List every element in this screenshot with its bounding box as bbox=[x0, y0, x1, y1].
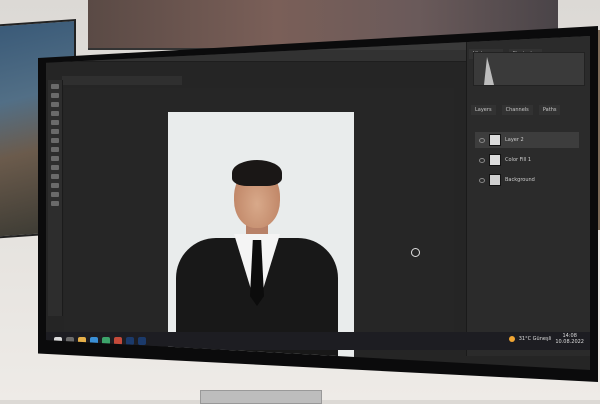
healing-tool-icon[interactable] bbox=[51, 138, 59, 143]
tools-toolbar bbox=[48, 80, 63, 316]
layer-thumbnail bbox=[489, 174, 501, 186]
eyedropper-tool-icon[interactable] bbox=[51, 129, 59, 134]
layer-row[interactable]: Background bbox=[475, 172, 579, 188]
layer-row[interactable]: Layer 2 bbox=[475, 132, 579, 148]
layer-name: Layer 2 bbox=[505, 137, 524, 143]
tab-layers[interactable]: Layers bbox=[471, 105, 496, 115]
quick-select-tool-icon[interactable] bbox=[51, 111, 59, 116]
layer-name: Background bbox=[505, 177, 535, 183]
layer-row[interactable]: Color Fill 1 bbox=[475, 152, 579, 168]
hair bbox=[232, 160, 282, 186]
text-tool-icon[interactable] bbox=[51, 183, 59, 188]
photoshop-icon[interactable] bbox=[138, 337, 146, 345]
layers-panel-tabs: Layers Channels Paths bbox=[471, 96, 561, 115]
tab-paths[interactable]: Paths bbox=[538, 105, 561, 115]
document-tab[interactable] bbox=[62, 76, 182, 85]
visibility-eye-icon[interactable] bbox=[479, 177, 485, 183]
weather-text[interactable]: 31°C Güneşli bbox=[519, 336, 552, 342]
layer-name: Color Fill 1 bbox=[505, 157, 532, 163]
tab-channels[interactable]: Channels bbox=[501, 105, 533, 115]
histogram-graph bbox=[473, 52, 585, 86]
system-tray: 31°C Güneşli 14:08 10.08.2022 bbox=[508, 333, 584, 345]
lasso-tool-icon[interactable] bbox=[51, 102, 59, 107]
zoom-tool-icon[interactable] bbox=[51, 201, 59, 206]
monitor-screen: Histogram Navigator Layers Channels Path… bbox=[46, 36, 590, 370]
crop-tool-icon[interactable] bbox=[51, 120, 59, 125]
clone-tool-icon[interactable] bbox=[51, 156, 59, 161]
picture-frame-bottom bbox=[200, 390, 322, 404]
visibility-eye-icon[interactable] bbox=[479, 137, 485, 143]
move-tool-icon[interactable] bbox=[51, 84, 59, 89]
right-panels: Histogram Navigator Layers Channels Path… bbox=[466, 36, 590, 356]
clock-date: 10.08.2022 bbox=[555, 339, 584, 345]
marquee-tool-icon[interactable] bbox=[51, 93, 59, 98]
brush-cursor-icon bbox=[411, 248, 420, 257]
portrait-photo bbox=[168, 112, 354, 368]
hand-tool-icon[interactable] bbox=[51, 192, 59, 197]
clock[interactable]: 14:08 10.08.2022 bbox=[555, 333, 584, 345]
eraser-tool-icon[interactable] bbox=[51, 165, 59, 170]
layer-thumbnail bbox=[489, 154, 501, 166]
layer-thumbnail bbox=[489, 134, 501, 146]
visibility-eye-icon[interactable] bbox=[479, 157, 485, 163]
weather-sun-icon bbox=[508, 336, 515, 342]
canvas-area[interactable] bbox=[64, 88, 454, 368]
photoshop-icon[interactable] bbox=[126, 337, 134, 345]
brush-tool-icon[interactable] bbox=[51, 147, 59, 152]
histogram-peak bbox=[484, 57, 494, 85]
gradient-tool-icon[interactable] bbox=[51, 174, 59, 179]
